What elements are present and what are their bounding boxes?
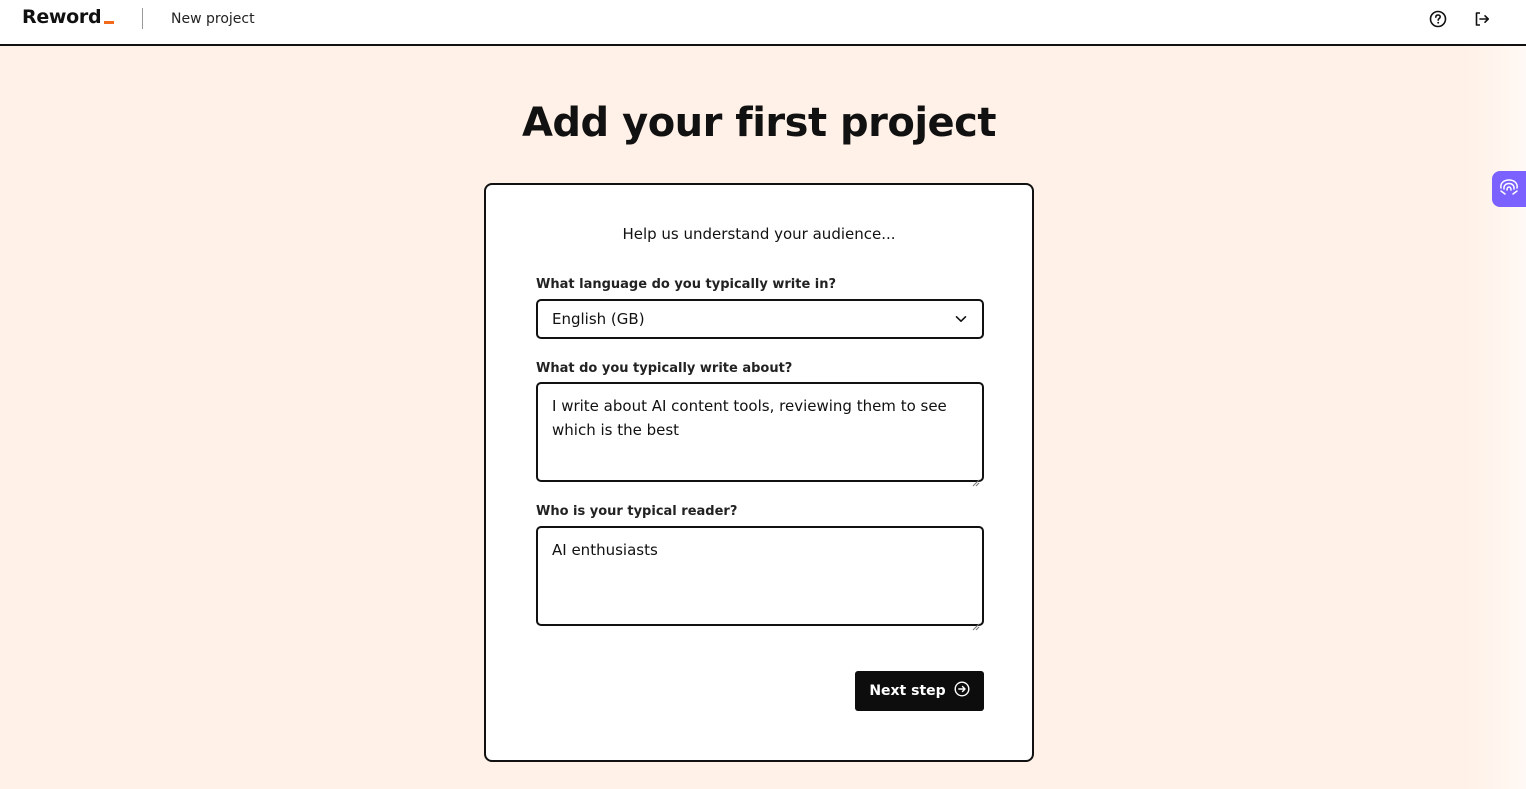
arrow-right-circle-icon	[954, 681, 970, 701]
project-form-card: Help us understand your audience... What…	[484, 183, 1034, 762]
chevron-down-icon	[954, 312, 968, 330]
question-circle-icon[interactable]	[1428, 9, 1448, 29]
header-divider	[142, 8, 143, 29]
next-step-label: Next step	[869, 683, 946, 699]
form-subtitle: Help us understand your audience...	[622, 225, 896, 243]
language-label: What language do you typically write in?	[536, 277, 837, 292]
breadcrumb: New project	[171, 11, 255, 27]
resize-handle-icon[interactable]	[972, 614, 980, 631]
reword-logo[interactable]: Reword	[22, 6, 115, 28]
topic-value: I write about AI content tools, reviewin…	[552, 397, 947, 439]
page-title: Add your first project	[521, 100, 997, 146]
top-bar: Reword New project	[0, 0, 1526, 46]
language-value: English (GB)	[552, 310, 645, 328]
resize-handle-icon[interactable]	[972, 470, 980, 487]
right-edge-shade	[1466, 46, 1526, 789]
logo-cursor-mark	[104, 21, 115, 24]
logout-icon[interactable]	[1472, 9, 1492, 29]
brain-assistant-tab[interactable]	[1492, 171, 1526, 207]
reader-textarea[interactable]: AI enthusiasts	[536, 526, 984, 631]
topic-label: What do you typically write about?	[536, 361, 793, 376]
language-select[interactable]: English (GB)	[536, 299, 984, 339]
next-step-button[interactable]: Next step	[855, 671, 984, 711]
reader-label: Who is your typical reader?	[536, 504, 738, 519]
topic-textarea[interactable]: I write about AI content tools, reviewin…	[536, 382, 984, 487]
logo-text: Reword	[22, 6, 102, 28]
reader-value: AI enthusiasts	[552, 541, 658, 559]
brain-icon	[1498, 177, 1520, 202]
